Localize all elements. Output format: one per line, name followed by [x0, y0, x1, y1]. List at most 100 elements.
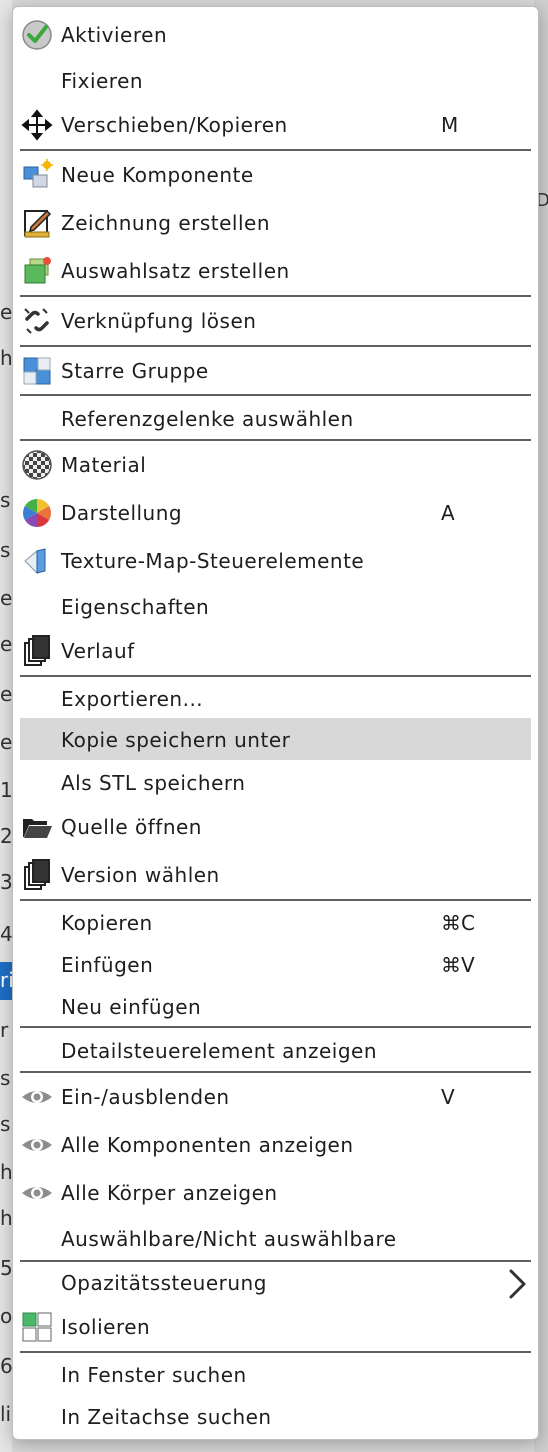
menu-item-starre-gruppe[interactable]: Starre Gruppe: [13, 355, 538, 387]
versions-icon: [21, 859, 53, 891]
history-icon: [21, 635, 53, 667]
menu-item-label: Auswählbare/Nicht auswählbare: [61, 1227, 397, 1251]
menu-separator: [20, 675, 531, 677]
menu-item-label: Alle Komponenten anzeigen: [61, 1133, 354, 1157]
background-fragment-text: ri: [0, 968, 12, 992]
background-fragment-text: e: [0, 300, 12, 324]
background-fragment-text: 5: [0, 1256, 12, 1280]
menu-item-label: Texture-Map-Steuerelemente: [61, 549, 365, 573]
background-fragment-text: h: [0, 1206, 12, 1230]
menu-item-darstellung[interactable]: Darstellung A: [13, 497, 538, 529]
menu-item-referenzgelenke-auswaehlen[interactable]: Referenzgelenke auswählen: [13, 403, 538, 435]
menu-item-label: Auswahlsatz erstellen: [61, 259, 290, 283]
selection-set-icon: [21, 255, 53, 287]
menu-item-shortcut: ⌘C: [441, 911, 475, 935]
menu-item-exportieren[interactable]: Exportieren...: [13, 683, 538, 715]
menu-item-version-waehlen[interactable]: Version wählen: [13, 859, 538, 891]
menu-item-verknuepfung-loesen[interactable]: Verknüpfung lösen: [13, 305, 538, 337]
menu-item-label: Isolieren: [61, 1315, 151, 1339]
menu-item-texture-map-steuerelemente[interactable]: Texture-Map-Steuerelemente: [13, 545, 538, 577]
background-fragment-text: e: [0, 682, 12, 706]
menu-item-auswaehlbare-nicht-auswaehlbare[interactable]: Auswählbare/Nicht auswählbare: [13, 1223, 538, 1255]
background-fragment-text: si: [0, 488, 12, 512]
menu-item-label: Kopieren: [61, 911, 153, 935]
menu-item-label: Alle Körper anzeigen: [61, 1181, 278, 1205]
menu-item-als-stl-speichern[interactable]: Als STL speichern: [13, 767, 538, 799]
menu-item-kopieren[interactable]: Kopieren ⌘C: [13, 907, 538, 939]
menu-item-label: Opazitätssteuerung: [61, 1271, 267, 1295]
menu-item-label: In Zeitachse suchen: [61, 1405, 272, 1429]
break-link-icon: [21, 305, 53, 337]
menu-item-label: Neue Komponente: [61, 163, 254, 187]
texture-map-icon: [21, 545, 53, 577]
background-app-left: [0, 0, 12, 1452]
background-fragment-text: e: [0, 586, 12, 610]
folder-open-icon: [21, 811, 53, 843]
menu-item-ein-ausblenden[interactable]: Ein-/ausblenden V: [13, 1081, 538, 1113]
background-fragment-text: h: [0, 1160, 12, 1184]
menu-separator: [20, 149, 531, 151]
background-fragment-text: li: [0, 1402, 12, 1426]
isolate-icon: [21, 1311, 53, 1343]
menu-item-alle-koerper-anzeigen[interactable]: Alle Körper anzeigen: [13, 1177, 538, 1209]
menu-item-neu-einfuegen[interactable]: Neu einfügen: [13, 991, 538, 1023]
menu-item-label: Version wählen: [61, 863, 220, 887]
menu-separator: [20, 1026, 531, 1028]
menu-item-shortcut: V: [441, 1085, 455, 1109]
menu-item-label: Detailsteuerelement anzeigen: [61, 1039, 378, 1063]
menu-item-in-fenster-suchen[interactable]: In Fenster suchen: [13, 1359, 538, 1391]
rigid-group-icon: [21, 355, 53, 387]
menu-item-quelle-oeffnen[interactable]: Quelle öffnen: [13, 811, 538, 843]
menu-item-label: Fixieren: [61, 69, 144, 93]
menu-item-label: Einfügen: [61, 953, 154, 977]
menu-item-shortcut: ⌘V: [441, 953, 475, 977]
menu-item-kopie-speichern-unter[interactable]: Kopie speichern unter: [13, 724, 538, 756]
material-icon: [21, 449, 53, 481]
move-arrows-icon: [21, 109, 53, 141]
menu-item-isolieren[interactable]: Isolieren: [13, 1311, 538, 1343]
menu-separator: [20, 295, 531, 297]
menu-item-einfuegen[interactable]: Einfügen ⌘V: [13, 949, 538, 981]
background-fragment-text: si: [0, 1066, 12, 1090]
menu-item-eigenschaften[interactable]: Eigenschaften: [13, 591, 538, 623]
appearance-icon: [21, 497, 53, 529]
menu-item-verschieben-kopieren[interactable]: Verschieben/Kopieren M: [13, 109, 538, 141]
menu-item-label: Kopie speichern unter: [61, 728, 291, 752]
menu-separator: [20, 345, 531, 347]
menu-item-label: Zeichnung erstellen: [61, 211, 271, 235]
menu-separator: [20, 1071, 531, 1073]
menu-item-label: Neu einfügen: [61, 995, 202, 1019]
background-fragment-text: si: [0, 1112, 12, 1136]
menu-item-in-zeitachse-suchen[interactable]: In Zeitachse suchen: [13, 1401, 538, 1433]
menu-item-fixieren[interactable]: Fixieren: [13, 65, 538, 97]
menu-item-opazitaetssteuerung[interactable]: Opazitätssteuerung: [13, 1267, 538, 1299]
eye-icon: [21, 1177, 53, 1209]
menu-item-zeichnung-erstellen[interactable]: Zeichnung erstellen: [13, 207, 538, 239]
context-menu: Aktivieren Fixieren Verschieben/Kopieren…: [12, 6, 539, 1440]
menu-item-label: Quelle öffnen: [61, 815, 202, 839]
background-fragment-text: 3: [0, 870, 12, 894]
menu-item-auswahlsatz-erstellen[interactable]: Auswahlsatz erstellen: [13, 255, 538, 287]
menu-item-label: Exportieren...: [61, 687, 204, 711]
menu-item-detailsteuerelement-anzeigen[interactable]: Detailsteuerelement anzeigen: [13, 1035, 538, 1067]
menu-item-material[interactable]: Material: [13, 449, 538, 481]
menu-item-label: Als STL speichern: [61, 771, 246, 795]
menu-separator: [20, 394, 531, 396]
menu-item-aktivieren[interactable]: Aktivieren: [13, 19, 538, 51]
menu-item-verlauf[interactable]: Verlauf: [13, 635, 538, 667]
drawing-icon: [21, 207, 53, 239]
menu-item-label: Verschieben/Kopieren: [61, 113, 288, 137]
background-fragment-text: 1: [0, 778, 12, 802]
menu-item-label: Verlauf: [61, 639, 135, 663]
menu-separator: [20, 439, 531, 441]
menu-item-label: In Fenster suchen: [61, 1363, 247, 1387]
menu-separator: [20, 1260, 531, 1262]
menu-item-neue-komponente[interactable]: Neue Komponente: [13, 159, 538, 191]
background-fragment-text: 2: [0, 824, 12, 848]
menu-item-label: Ein-/ausblenden: [61, 1085, 230, 1109]
menu-item-label: Darstellung: [61, 501, 183, 525]
menu-item-label: Eigenschaften: [61, 595, 210, 619]
menu-item-alle-komponenten-anzeigen[interactable]: Alle Komponenten anzeigen: [13, 1129, 538, 1161]
menu-item-label: Aktivieren: [61, 23, 168, 47]
background-fragment-text: e: [0, 730, 12, 754]
